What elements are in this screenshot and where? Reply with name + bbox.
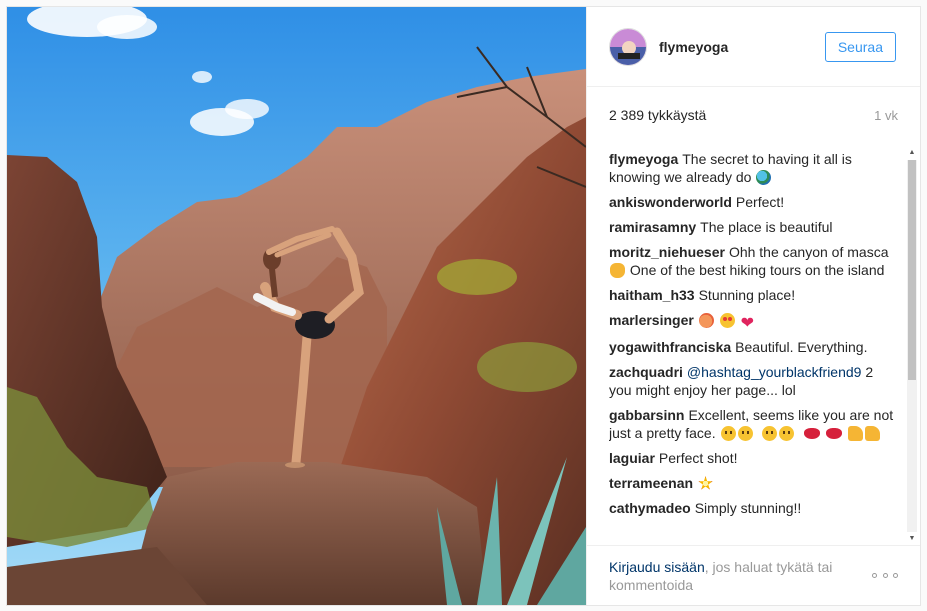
list-item: terrameenan xyxy=(609,474,898,492)
comment-author[interactable]: ankiswonderworld xyxy=(609,194,732,210)
comment-text: One of the best hiking tours on the isla… xyxy=(626,262,885,278)
ok-hand-emoji-icon xyxy=(610,263,625,278)
heart-eyes-emoji-icon xyxy=(719,313,735,328)
peach-emoji-icon xyxy=(698,313,714,328)
comment-mention-link[interactable]: @hashtag_yourblackfriend9 xyxy=(687,364,862,380)
comment-text: Stunning place! xyxy=(698,287,796,303)
list-item: gabbarsinn Excellent, seems like you are … xyxy=(609,406,898,442)
list-item: ankiswonderworld Perfect! xyxy=(609,193,898,211)
lips-emoji-icon xyxy=(825,428,842,439)
comment-author[interactable]: zachquadri xyxy=(609,364,683,380)
comment-author[interactable]: moritz_niehueser xyxy=(609,244,725,260)
list-item: ramirasamny The place is beautiful xyxy=(609,218,898,236)
post-header: flymeyoga Seuraa xyxy=(587,7,920,87)
smile-emoji-icon xyxy=(762,426,778,441)
login-link[interactable]: Kirjaudu sisään xyxy=(609,559,705,575)
comment-author[interactable]: terrameenan xyxy=(609,475,693,491)
follow-button[interactable]: Seuraa xyxy=(824,31,896,62)
comment-author[interactable]: marlersinger xyxy=(609,312,694,328)
scroll-down-arrow-icon[interactable]: ▼ xyxy=(906,533,918,545)
thumbs-up-emoji-icon xyxy=(847,426,863,441)
comment-author[interactable]: cathymadeo xyxy=(609,500,691,516)
list-item: yogawithfranciska Beautiful. Everything. xyxy=(609,338,898,356)
post-stats: 2 389 tykkäystä 1 vk xyxy=(609,87,898,143)
comment-author[interactable]: gabbarsinn xyxy=(609,407,684,423)
comment-list: flymeyoga The secret to having it all is … xyxy=(609,143,898,543)
comment-text: The place is beautiful xyxy=(700,219,833,235)
list-item: zachquadri @hashtag_yourblackfriend9 2 yo… xyxy=(609,363,898,399)
list-item: cathymadeo Simply stunning!! xyxy=(609,499,898,517)
smile-emoji-icon xyxy=(779,426,795,441)
comment-text: Perfect shot! xyxy=(658,450,738,466)
comment-author[interactable]: yogawithfranciska xyxy=(609,339,731,355)
scroll-track[interactable] xyxy=(907,160,917,532)
face-emoji-icon xyxy=(737,426,753,441)
sparkle-emoji-icon xyxy=(698,476,713,490)
comment-author[interactable]: flymeyoga xyxy=(609,151,678,167)
login-prompt: Kirjaudu sisään, jos haluat tykätä tai k… xyxy=(609,558,872,594)
list-item: marlersinger ❤ xyxy=(609,311,898,332)
comment-author[interactable]: haitham_h33 xyxy=(609,287,695,303)
list-item: haitham_h33 Stunning place! xyxy=(609,286,898,304)
comment-author[interactable]: ramirasamny xyxy=(609,219,696,235)
post-age[interactable]: 1 vk xyxy=(874,108,898,123)
username-link[interactable]: flymeyoga xyxy=(659,39,825,55)
list-item: moritz_niehueser Ohh the canyon of masca … xyxy=(609,243,898,279)
post-dialog: flymeyoga Seuraa 2 389 tykkäystä 1 vk fl… xyxy=(6,6,921,606)
canyon-yoga-photo xyxy=(7,7,586,605)
comment-text: Perfect! xyxy=(735,194,785,210)
scroll-thumb[interactable] xyxy=(908,160,916,380)
post-footer: Kirjaudu sisään, jos haluat tykätä tai k… xyxy=(587,545,920,605)
scroll-up-arrow-icon[interactable]: ▲ xyxy=(906,147,918,159)
post-photo[interactable] xyxy=(7,7,586,605)
lips-emoji-icon xyxy=(804,428,821,439)
heart-emoji-icon: ❤ xyxy=(740,315,755,332)
more-options-icon[interactable] xyxy=(872,567,898,585)
post-side-panel: flymeyoga Seuraa 2 389 tykkäystä 1 vk fl… xyxy=(586,7,920,605)
avatar[interactable] xyxy=(609,27,647,66)
comment-text: Beautiful. Everything. xyxy=(735,339,868,355)
likes-count[interactable]: 2 389 tykkäystä xyxy=(609,107,706,123)
face-emoji-icon xyxy=(720,426,736,441)
list-item: flymeyoga The secret to having it all is … xyxy=(609,150,898,186)
globe-emoji-icon xyxy=(756,170,772,185)
thumbs-up-emoji-icon xyxy=(864,426,880,441)
list-item: laguiar Perfect shot! xyxy=(609,449,898,467)
comment-text: Simply stunning!! xyxy=(694,500,802,516)
comment-scrollbar[interactable]: ▲ ▼ xyxy=(906,147,918,545)
comment-author[interactable]: laguiar xyxy=(609,450,655,466)
comment-text: Ohh the canyon of masca xyxy=(728,244,889,260)
